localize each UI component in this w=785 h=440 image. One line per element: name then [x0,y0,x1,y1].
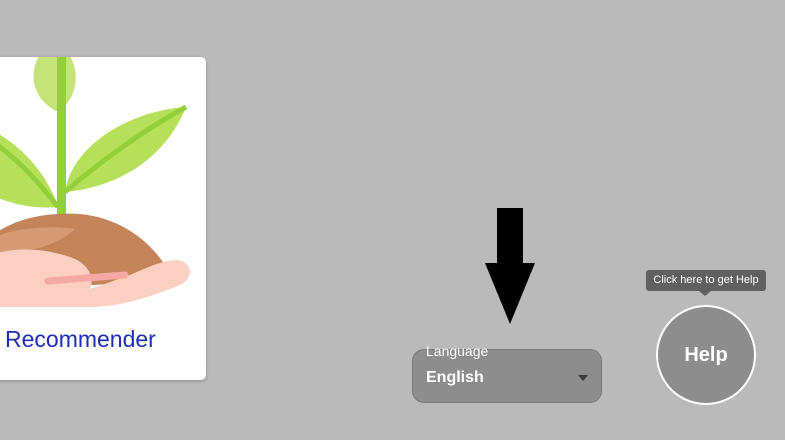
help-tooltip: Click here to get Help [646,270,766,296]
language-select[interactable]: Language English [412,343,602,403]
language-label: Language [426,343,489,359]
card-title[interactable]: Recommender [5,326,156,353]
caret-down-icon [578,375,588,381]
help-button[interactable]: Help [656,305,756,405]
recommender-card[interactable]: Recommender [0,57,206,380]
down-arrow-icon [485,208,535,324]
language-value: English [426,369,484,386]
plant-in-hand-icon [0,57,190,307]
